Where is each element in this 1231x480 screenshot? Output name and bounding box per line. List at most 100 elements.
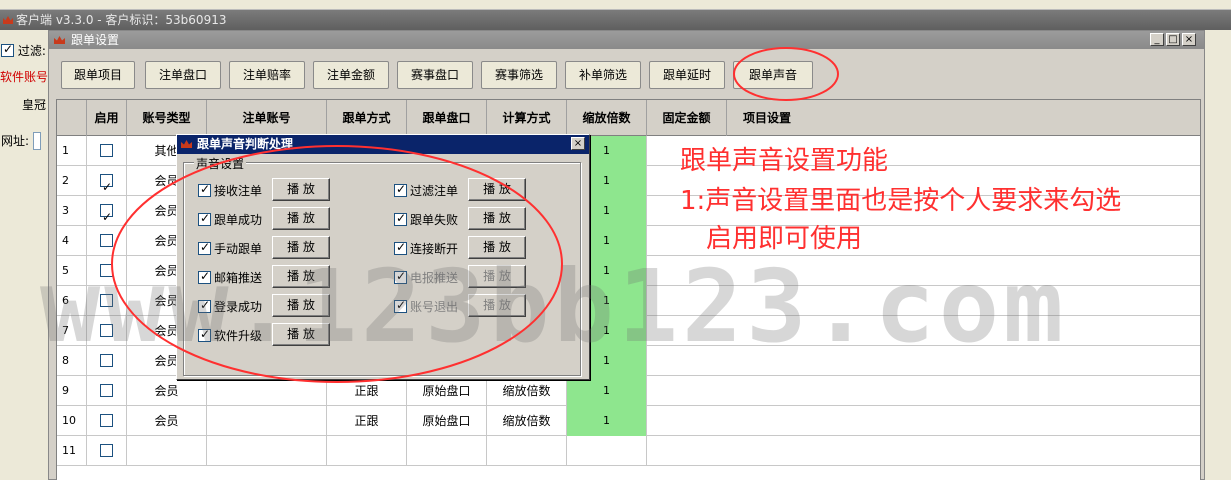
tab-follow-delay[interactable]: 跟单延时 <box>649 61 725 89</box>
filter-checkbox[interactable] <box>1 42 14 57</box>
sound-option-checkbox[interactable] <box>198 240 211 255</box>
sound-option-checkbox[interactable] <box>394 269 407 284</box>
calc-mode-cell <box>487 436 567 466</box>
minimize-button[interactable]: _ <box>1150 33 1164 46</box>
play-sound-button[interactable]: 播 放 <box>272 294 330 317</box>
sound-option-checkbox[interactable] <box>394 298 407 313</box>
follow-mode-cell: 正跟 <box>327 406 407 436</box>
col-header-index <box>57 100 87 136</box>
enabled-checkbox[interactable] <box>100 202 113 232</box>
enabled-checkbox[interactable] <box>100 234 113 247</box>
enabled-checkbox[interactable] <box>100 144 113 157</box>
row-index: 1 <box>57 136 87 166</box>
scale-cell: 1 <box>567 406 647 436</box>
scale-cell: 1 <box>567 376 647 406</box>
row-index: 9 <box>57 376 87 406</box>
play-sound-button[interactable]: 播 放 <box>272 178 330 201</box>
tab-resupply-filter[interactable]: 补单筛选 <box>565 61 641 89</box>
sound-option-label: 跟单成功 <box>214 213 263 227</box>
crown-icon <box>181 140 192 148</box>
table-row[interactable]: 10 会员 正跟 原始盘口 缩放倍数 1 <box>57 406 1200 436</box>
play-sound-button[interactable]: 播 放 <box>272 236 330 259</box>
close-button[interactable]: × <box>1182 33 1196 46</box>
play-sound-button[interactable]: 播 放 <box>468 236 526 259</box>
bet-account-cell <box>207 376 327 406</box>
group-label: 声音设置 <box>194 155 247 172</box>
enabled-cell <box>87 436 127 466</box>
table-row[interactable]: 9 会员 正跟 原始盘口 缩放倍数 1 <box>57 376 1200 406</box>
dialog-title: 跟单设置 <box>71 33 120 47</box>
follow-mode-cell: 正跟 <box>327 376 407 406</box>
tab-bet-odds[interactable]: 注单赔率 <box>229 61 305 89</box>
row-index: 7 <box>57 316 87 346</box>
tab-follow-project[interactable]: 跟单项目 <box>61 61 135 89</box>
sound-option: 电报推送 <box>394 269 458 286</box>
row-index: 6 <box>57 286 87 316</box>
sound-option-label: 软件升级 <box>214 329 263 343</box>
sound-option-checkbox[interactable] <box>394 211 407 226</box>
sound-option: 跟单成功 <box>198 211 262 228</box>
enabled-checkbox[interactable] <box>100 172 113 202</box>
col-header-bet-account: 注单账号 <box>207 100 327 136</box>
scale-cell <box>567 436 647 466</box>
sound-option-label: 登录成功 <box>214 300 263 314</box>
tab-bet-handicap[interactable]: 注单盘口 <box>145 61 221 89</box>
play-sound-button[interactable]: 播 放 <box>272 207 330 230</box>
col-header-project-settings: 项目设置 <box>742 111 791 125</box>
sound-option-checkbox[interactable] <box>198 298 211 313</box>
top-cut-bar <box>0 0 1231 10</box>
enabled-checkbox[interactable] <box>100 294 113 307</box>
table-row[interactable]: 11 <box>57 436 1200 466</box>
sound-option-checkbox[interactable] <box>198 211 211 226</box>
sound-option-checkbox[interactable] <box>198 269 211 284</box>
follow-handicap-cell: 原始盘口 <box>407 376 487 406</box>
play-sound-button[interactable]: 播 放 <box>272 265 330 288</box>
annotation-title: 跟单声音设置功能 <box>680 146 889 176</box>
crown-tab[interactable]: 皇冠 <box>22 96 46 113</box>
sound-option-label: 接收注单 <box>214 184 263 198</box>
maximize-button[interactable]: □ <box>1166 33 1180 46</box>
play-sound-button[interactable]: 播 放 <box>468 265 526 288</box>
sound-settings-group: 声音设置 接收注单播 放过滤注单播 放跟单成功播 放跟单失败播 放手动跟单播 放… <box>183 155 581 376</box>
enabled-cell <box>87 196 127 232</box>
play-sound-button[interactable]: 播 放 <box>468 207 526 230</box>
enabled-checkbox[interactable] <box>100 354 113 367</box>
enabled-checkbox[interactable] <box>100 384 113 397</box>
sound-option-checkbox[interactable] <box>394 182 407 197</box>
play-sound-button[interactable]: 播 放 <box>272 323 330 346</box>
url-input[interactable] <box>32 132 41 150</box>
tab-bet-amount[interactable]: 注单金额 <box>313 61 389 89</box>
col-header-scale: 缩放倍数 <box>567 100 647 136</box>
row-index: 8 <box>57 346 87 376</box>
col-header-follow-handicap: 跟单盘口 <box>407 100 487 136</box>
calc-mode-cell: 缩放倍数 <box>487 406 567 436</box>
play-sound-button[interactable]: 播 放 <box>468 294 526 317</box>
sound-option-checkbox[interactable] <box>394 240 407 255</box>
enabled-checkbox[interactable] <box>100 444 113 457</box>
sound-option: 登录成功 <box>198 298 262 315</box>
play-sound-button[interactable]: 播 放 <box>468 178 526 201</box>
sound-option-checkbox[interactable] <box>198 182 211 197</box>
col-header-fixed-amount: 固定金额 <box>647 100 727 136</box>
col-header-enabled: 启用 <box>87 100 127 136</box>
sound-option: 跟单失败 <box>394 211 458 228</box>
enabled-checkbox[interactable] <box>100 264 113 277</box>
sound-option-checkbox[interactable] <box>198 327 211 342</box>
col-header-follow-mode: 跟单方式 <box>327 100 407 136</box>
annotation-line-1: 1:声音设置里面也是按个人要求来勾选 <box>680 186 1122 216</box>
app-title-bar: 客户端 v3.3.0 - 客户标识：53b60913 <box>0 10 1231 30</box>
col-header-account-type: 账号类型 <box>127 100 207 136</box>
row-index: 3 <box>57 196 87 226</box>
account-type-cell: 会员 <box>127 376 207 406</box>
popup-close-button[interactable]: × <box>571 137 585 150</box>
enabled-cell <box>87 166 127 202</box>
tab-match-handicap[interactable]: 赛事盘口 <box>397 61 473 89</box>
bet-account-cell <box>207 436 327 466</box>
sound-option: 账号退出 <box>394 298 458 315</box>
enabled-checkbox[interactable] <box>100 414 113 427</box>
enabled-checkbox[interactable] <box>100 324 113 337</box>
tab-follow-sound[interactable]: 跟单声音 <box>733 61 813 89</box>
tab-match-filter[interactable]: 赛事筛选 <box>481 61 557 89</box>
follow-handicap-cell: 原始盘口 <box>407 406 487 436</box>
sound-option-label: 跟单失败 <box>410 213 459 227</box>
